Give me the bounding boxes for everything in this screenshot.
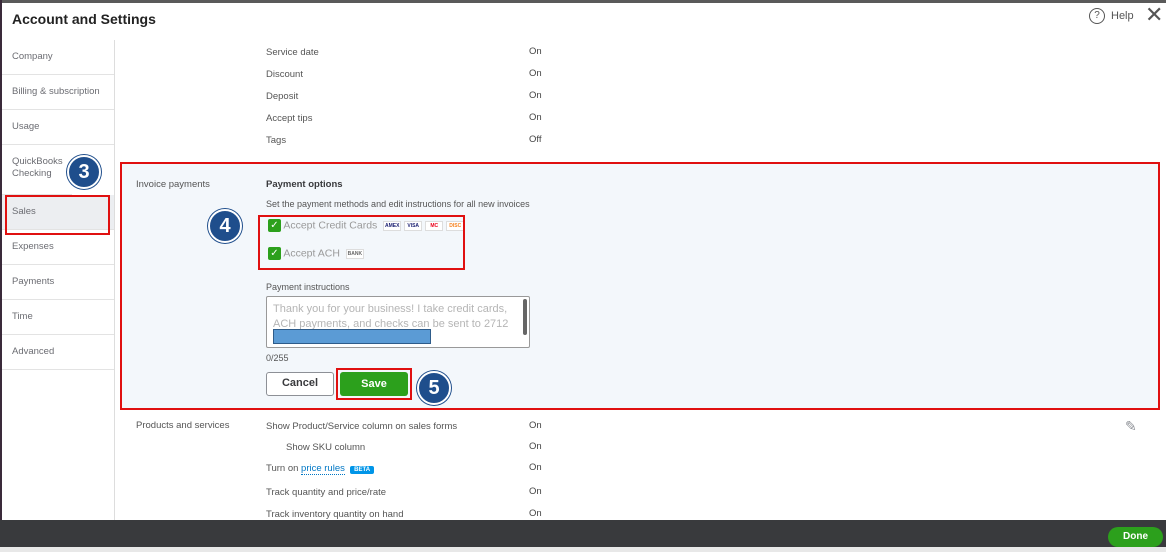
- payment-instructions-text: Thank you for your business! I take cred…: [273, 303, 509, 330]
- setting-value: On: [529, 486, 542, 497]
- help-icon: ?: [1089, 8, 1105, 24]
- setting-label: Show Product/Service column on sales for…: [266, 421, 458, 432]
- page-title: Account and Settings: [12, 11, 156, 27]
- setting-label: Service date: [266, 47, 319, 58]
- annotation-badge-3: 3: [67, 155, 101, 189]
- sidebar-item-usage[interactable]: Usage: [2, 110, 114, 145]
- close-button[interactable]: ✕: [1145, 2, 1163, 28]
- window-top-border: [0, 0, 1166, 3]
- cancel-button[interactable]: Cancel: [266, 372, 334, 396]
- setting-label: Deposit: [266, 91, 299, 102]
- highlight-sales: [5, 195, 110, 235]
- highlight-payment-methods: [258, 215, 465, 270]
- section-label: Invoice payments: [136, 179, 210, 190]
- sidebar-item-payments[interactable]: Payments: [2, 265, 114, 300]
- payment-options-heading: Payment options: [266, 179, 343, 190]
- price-rules-link[interactable]: price rules: [301, 463, 345, 475]
- scrollbar[interactable]: [523, 299, 527, 335]
- setting-label: Track quantity and price/rate: [266, 487, 387, 498]
- section-label: Products and services: [136, 420, 230, 431]
- done-button[interactable]: Done: [1108, 527, 1163, 547]
- character-count: 0/255: [266, 353, 289, 363]
- setting-value: On: [529, 441, 542, 452]
- setting-label: Turn on: [266, 463, 299, 474]
- sidebar-item-billing[interactable]: Billing & subscription: [2, 75, 114, 110]
- beta-badge: BETA: [350, 466, 375, 474]
- setting-value: On: [529, 112, 542, 123]
- annotation-badge-5: 5: [417, 371, 451, 405]
- setting-label: Show SKU column: [286, 442, 366, 453]
- help-button[interactable]: ? Help: [1089, 8, 1134, 24]
- setting-label: Track inventory quantity on hand: [266, 509, 404, 520]
- setting-value: On: [529, 68, 542, 79]
- sidebar-item-company[interactable]: Company: [2, 40, 114, 75]
- sidebar-item-expenses[interactable]: Expenses: [2, 230, 114, 265]
- sidebar: Company Billing & subscription Usage Qui…: [2, 40, 115, 520]
- setting-label: Discount: [266, 69, 303, 80]
- payment-instructions-textarea[interactable]: Thank you for your business! I take cred…: [266, 296, 530, 348]
- setting-value: On: [529, 462, 542, 473]
- footer-bar: [0, 520, 1166, 547]
- payment-options-description: Set the payment methods and edit instruc…: [266, 199, 530, 209]
- setting-value: On: [529, 420, 542, 431]
- setting-value: Off: [529, 134, 542, 145]
- setting-label: Accept tips: [266, 113, 313, 124]
- taskbar-strip: [0, 547, 1166, 552]
- setting-value: On: [529, 46, 542, 57]
- price-rules-row: Turn on price rules BETA: [266, 463, 375, 475]
- annotation-badge-4: 4: [208, 209, 242, 243]
- sidebar-item-quickbooks-checking[interactable]: QuickBooks Checking: [2, 145, 72, 195]
- setting-value: On: [529, 508, 542, 519]
- sidebar-item-advanced[interactable]: Advanced: [2, 335, 114, 370]
- help-label: Help: [1111, 10, 1134, 22]
- highlight-save: [336, 368, 412, 400]
- payment-instructions-label: Payment instructions: [266, 282, 350, 292]
- redaction-block: [273, 329, 431, 344]
- setting-value: On: [529, 90, 542, 101]
- edit-pencil-icon[interactable]: ✎: [1125, 418, 1137, 435]
- setting-label: Tags: [266, 135, 287, 146]
- sidebar-item-time[interactable]: Time: [2, 300, 114, 335]
